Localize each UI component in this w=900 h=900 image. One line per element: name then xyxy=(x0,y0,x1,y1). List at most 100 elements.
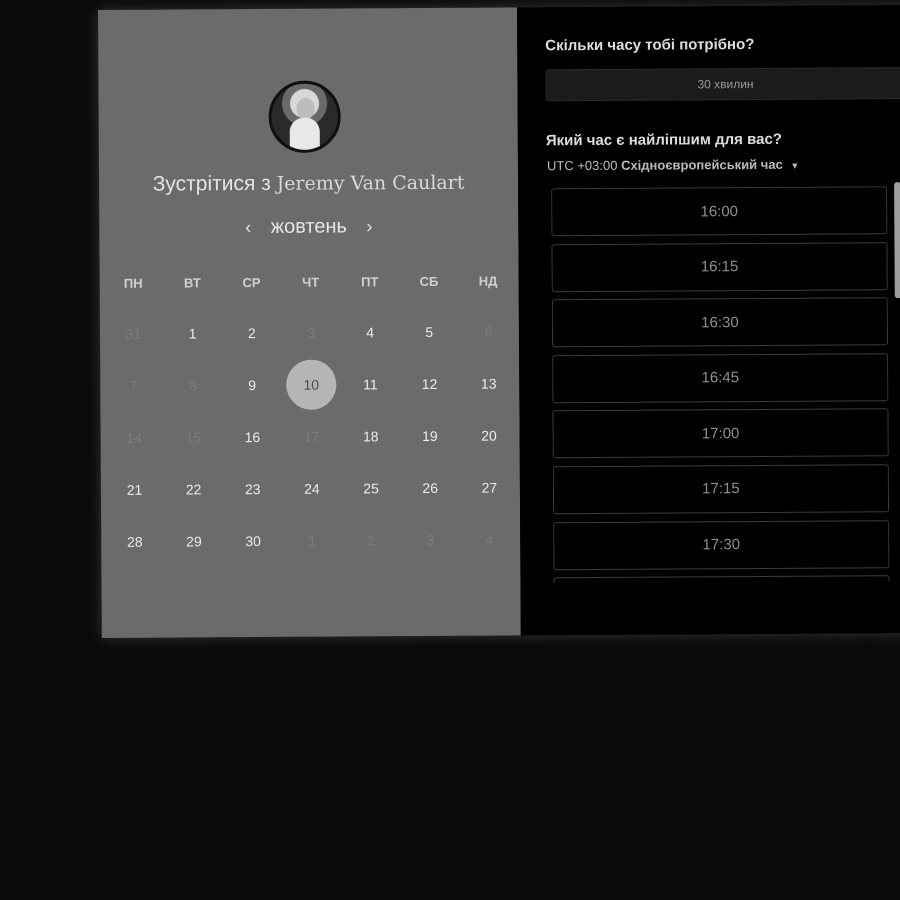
calendar-day[interactable]: 11 xyxy=(341,358,400,410)
calendar-day-number: 7 xyxy=(129,377,138,394)
calendar-day-number: 3 xyxy=(307,324,315,341)
calendar-day-number: 17 xyxy=(303,428,320,445)
calendar-day[interactable]: 1 xyxy=(163,307,222,359)
calendar-day: 8 xyxy=(163,359,222,411)
calendar-day[interactable]: 26 xyxy=(400,462,459,514)
calendar-day[interactable]: 21 xyxy=(105,464,164,516)
calendar-day[interactable]: 16 xyxy=(223,411,282,463)
calendar-day-selected[interactable]: 10 xyxy=(282,359,341,411)
calendar-day: 1 xyxy=(283,515,342,567)
time-slot-button[interactable]: 17:00 xyxy=(552,408,889,459)
time-panel: Скільки часу тобі потрібно? 30 хвилин Як… xyxy=(516,5,900,636)
calendar-day-number: 12 xyxy=(421,375,438,393)
calendar-day-number: 10 xyxy=(286,359,337,410)
time-slot-button[interactable]: 16:15 xyxy=(551,241,888,292)
time-question: Який час є найліпшим для вас? xyxy=(545,130,782,150)
calendar-day[interactable]: 22 xyxy=(164,463,223,515)
chevron-down-icon: ▼ xyxy=(790,160,800,171)
timezone-name: Східноєвропейський час xyxy=(620,156,783,173)
calendar-day[interactable]: 28 xyxy=(105,516,164,568)
weekday-label: ПН xyxy=(123,275,143,291)
slot-list-scrollbar[interactable] xyxy=(894,182,900,299)
time-slot-button[interactable]: 16:00 xyxy=(551,186,888,237)
calendar-day: 3 xyxy=(401,514,460,566)
calendar-day-number: 2 xyxy=(247,325,256,342)
calendar-day-number: 29 xyxy=(186,533,202,550)
weekday-label: СР xyxy=(242,275,261,291)
calendar-day[interactable]: 24 xyxy=(282,463,341,515)
calendar-day-number: 18 xyxy=(362,428,379,445)
prev-month-button[interactable]: ‹ xyxy=(237,217,259,238)
calendar-day-number: 2 xyxy=(367,532,376,549)
calendar-day-number: 1 xyxy=(308,532,317,549)
calendar-day-number: 24 xyxy=(304,480,320,497)
timezone-offset: UTC +03:00 xyxy=(546,157,618,174)
calendar-day-number: 26 xyxy=(422,479,439,497)
time-slot-button[interactable]: 17:15 xyxy=(552,464,890,515)
timezone-select[interactable]: UTC +03:00 Східноєвропейський час ▼ xyxy=(546,156,800,174)
calendar-day[interactable]: 29 xyxy=(164,515,223,567)
calendar-day-number: 4 xyxy=(485,531,494,548)
weekday-header: ПН ВТ СР ЧТ ПТ СБ НД xyxy=(104,273,518,291)
meet-prefix: Зустрітися з xyxy=(152,171,271,196)
calendar-day-number: 6 xyxy=(484,323,493,340)
calendar-day[interactable]: 12 xyxy=(400,358,459,410)
calendar-day[interactable]: 13 xyxy=(459,357,518,409)
weekday-label: ВТ xyxy=(183,275,201,291)
calendar-day-number: 13 xyxy=(480,375,497,392)
calendar-day[interactable]: 5 xyxy=(400,306,459,358)
calendar-day: 17 xyxy=(282,411,341,463)
duration-select[interactable]: 30 хвилин xyxy=(545,67,900,102)
month-navigation: ‹ жовтень › xyxy=(99,214,518,240)
calendar-day: 7 xyxy=(104,360,163,412)
calendar-day-number: 3 xyxy=(426,531,435,549)
calendar-panel: Зустрітися з Jeremy Van Caulart ‹ жовтен… xyxy=(98,7,521,638)
time-slot-button[interactable]: 16:30 xyxy=(551,297,889,348)
calendar-day-number: 1 xyxy=(188,325,197,342)
month-label: жовтень xyxy=(270,215,348,238)
calendar-day-number: 14 xyxy=(126,429,143,446)
calendar-day-number: 28 xyxy=(126,533,143,550)
calendar-grid: 31 1 2 3 4 5 6 7 8 9 10 11 12 13 14 15 16 17 18 19 20 21 22 23 2… xyxy=(104,305,520,568)
calendar-day-number: 19 xyxy=(422,427,438,445)
calendar-day: 31 xyxy=(104,308,163,360)
calendar-day[interactable]: 23 xyxy=(223,463,282,515)
calendar-day[interactable]: 30 xyxy=(223,515,282,567)
calendar-day[interactable]: 9 xyxy=(222,359,281,411)
calendar-day-number: 30 xyxy=(245,533,261,550)
weekday-label: НД xyxy=(478,273,498,289)
host-name: Jeremy Van Caulart xyxy=(276,171,465,195)
next-month-button[interactable]: › xyxy=(358,216,380,237)
time-slot-button[interactable]: 16:45 xyxy=(552,352,889,404)
calendar-day-number: 22 xyxy=(185,481,202,498)
calendar-day[interactable]: 25 xyxy=(341,462,400,514)
meeting-title: Зустрітися з Jeremy Van Caulart xyxy=(99,170,518,197)
time-slot-button[interactable] xyxy=(553,575,890,584)
calendar-day-number: 23 xyxy=(244,481,261,498)
calendar-day-number: 15 xyxy=(185,429,202,446)
calendar-day: 15 xyxy=(164,411,223,463)
calendar-day-number: 20 xyxy=(481,427,497,444)
calendar-day[interactable]: 19 xyxy=(400,410,459,462)
weekday-label: ЧТ xyxy=(302,274,320,290)
calendar-day-number: 9 xyxy=(248,377,257,394)
avatar-head-shape xyxy=(296,97,315,120)
calendar-day: 14 xyxy=(104,412,163,464)
weekday-label: СБ xyxy=(419,273,439,290)
calendar-day: 3 xyxy=(281,307,340,359)
calendar-day[interactable]: 20 xyxy=(459,409,518,461)
calendar-day-number: 21 xyxy=(126,481,143,498)
calendar-day: 4 xyxy=(460,513,519,565)
avatar-body-shape xyxy=(289,117,320,153)
time-slot-list[interactable]: 16:00 16:15 16:30 16:45 17:00 17:15 17:30 xyxy=(551,186,890,584)
time-slot-button[interactable]: 17:30 xyxy=(553,519,890,570)
calendar-day: 6 xyxy=(459,305,518,357)
calendar-day[interactable]: 18 xyxy=(341,410,400,462)
calendar-day[interactable]: 4 xyxy=(340,306,399,358)
calendar-day[interactable]: 2 xyxy=(222,307,281,359)
calendar-day-number: 25 xyxy=(363,480,379,497)
calendar-day-number: 27 xyxy=(481,479,498,496)
weekday-label: ПТ xyxy=(361,274,379,290)
calendar-day-number: 5 xyxy=(425,323,434,341)
calendar-day[interactable]: 27 xyxy=(460,461,519,513)
